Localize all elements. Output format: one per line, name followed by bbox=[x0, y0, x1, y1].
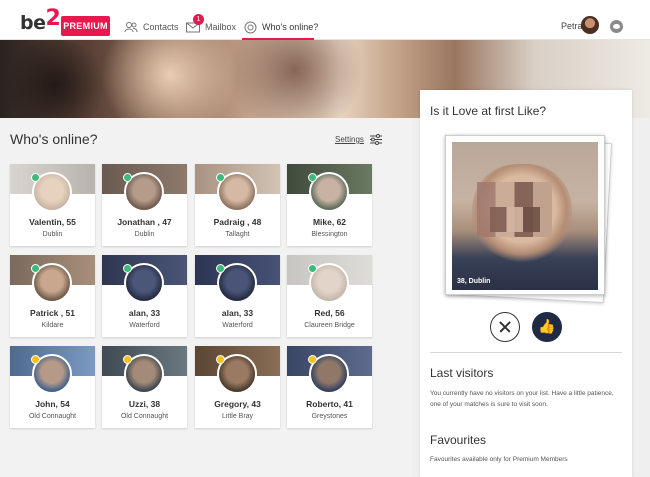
profile-name: Valentin, 55 bbox=[29, 217, 76, 227]
favourites-title: Favourites bbox=[430, 433, 487, 447]
online-status-dot bbox=[123, 173, 132, 182]
nav-mailbox-label: Mailbox bbox=[205, 22, 237, 32]
photo-stack[interactable]: 38, Dublin bbox=[445, 135, 613, 303]
active-tab-indicator bbox=[242, 38, 314, 40]
profile-city: Blessington bbox=[311, 231, 348, 238]
nav-online-label: Who's online? bbox=[262, 22, 319, 32]
eye-icon[interactable] bbox=[610, 20, 623, 33]
profile-city: Old Connaught bbox=[28, 413, 77, 420]
profile-card[interactable]: alan, 33 Waterford bbox=[195, 255, 280, 337]
online-icon bbox=[244, 21, 257, 33]
away-status-dot bbox=[308, 355, 317, 364]
photo-caption: 38, Dublin bbox=[457, 278, 491, 285]
profile-name: Uzzi, 38 bbox=[128, 399, 161, 409]
settings-label: Settings bbox=[335, 135, 364, 144]
profile-city: Old Connaught bbox=[120, 413, 169, 420]
profile-name: Patrick , 51 bbox=[30, 308, 75, 318]
profile-name: Mike, 62 bbox=[312, 217, 347, 227]
online-status-dot bbox=[123, 264, 132, 273]
profile-city: Claureen Bridge bbox=[304, 322, 355, 329]
profile-city: Waterford bbox=[222, 322, 253, 329]
nav-contacts-label: Contacts bbox=[143, 22, 179, 32]
profile-card[interactable]: Roberto, 41 Greystones bbox=[287, 346, 372, 428]
profile-name: alan, 33 bbox=[221, 308, 254, 318]
profile-city: Dublin bbox=[42, 231, 63, 238]
profile-card[interactable]: Gregory, 43 Little Bray bbox=[195, 346, 280, 428]
nav-contacts[interactable]: Contacts bbox=[124, 16, 179, 38]
profile-card[interactable]: Patrick , 51 Kildare bbox=[10, 255, 95, 337]
profile-card[interactable]: Valentin, 55 Dublin bbox=[10, 164, 95, 246]
dislike-button[interactable] bbox=[490, 312, 520, 342]
away-status-dot bbox=[216, 355, 225, 364]
online-status-dot bbox=[308, 173, 317, 182]
thumbs-up-icon: 👍 bbox=[538, 318, 556, 334]
online-status-dot bbox=[31, 173, 40, 182]
page-title: Who's online? bbox=[10, 131, 98, 147]
profile-card[interactable]: alan, 33 Waterford bbox=[102, 255, 187, 337]
profile-card[interactable]: Mike, 62 Blessington bbox=[287, 164, 372, 246]
last-visitors-title: Last visitors bbox=[430, 366, 494, 380]
contacts-icon bbox=[124, 22, 138, 33]
profile-card[interactable]: Jonathan , 47 Dublin bbox=[102, 164, 187, 246]
online-status-dot bbox=[308, 264, 317, 273]
divider bbox=[430, 352, 622, 353]
user-name[interactable]: Petra bbox=[561, 21, 583, 31]
like-button[interactable]: 👍 bbox=[532, 312, 562, 342]
profile-city: Little Bray bbox=[221, 413, 254, 420]
online-status-dot bbox=[216, 173, 225, 182]
last-visitors-text: You currently have no visitors on your l… bbox=[430, 390, 614, 408]
whos-online-panel: Who's online? Settings Valentin, 55 Dubli… bbox=[0, 118, 412, 477]
nav-whos-online[interactable]: Who's online? bbox=[244, 16, 318, 38]
profile-name: alan, 33 bbox=[128, 308, 161, 318]
premium-button[interactable]: PREMIUM bbox=[61, 16, 110, 36]
profile-city: Tallaght bbox=[225, 231, 250, 238]
profile-name: Roberto, 41 bbox=[306, 399, 353, 409]
profile-name: Red, 56 bbox=[314, 308, 345, 318]
online-status-dot bbox=[216, 264, 225, 273]
like-title: Is it Love at first Like? bbox=[430, 104, 547, 118]
pixelation-lower bbox=[490, 207, 540, 232]
mailbox-badge: 1 bbox=[193, 14, 204, 25]
profile-name: Padraig , 48 bbox=[213, 217, 262, 227]
profile-card[interactable]: Red, 56 Claureen Bridge bbox=[287, 255, 372, 337]
profile-city: Dublin bbox=[134, 231, 155, 238]
sliders-icon bbox=[369, 134, 382, 145]
sidebar: Is it Love at first Like? 38, Dublin 👍 L… bbox=[420, 90, 632, 477]
profile-card[interactable]: John, 54 Old Connaught bbox=[10, 346, 95, 428]
profile-name: Jonathan , 47 bbox=[117, 217, 172, 227]
online-status-dot bbox=[31, 264, 40, 273]
profile-name: Gregory, 43 bbox=[214, 399, 261, 409]
profile-city: Greystones bbox=[311, 413, 348, 420]
profile-card[interactable]: Uzzi, 38 Old Connaught bbox=[102, 346, 187, 428]
top-navigation: be2 PREMIUM Contacts Mailbox 1 Who's onl… bbox=[0, 0, 650, 40]
away-status-dot bbox=[123, 355, 132, 364]
away-status-dot bbox=[31, 355, 40, 364]
user-avatar[interactable] bbox=[581, 16, 599, 34]
profile-card[interactable]: Padraig , 48 Tallaght bbox=[195, 164, 280, 246]
favourites-text: Favourites available only for Premium Me… bbox=[430, 456, 568, 463]
profile-photo: 38, Dublin bbox=[452, 142, 598, 290]
profile-name: John, 54 bbox=[35, 399, 70, 409]
profile-city: Waterford bbox=[129, 322, 160, 329]
settings-link[interactable]: Settings bbox=[335, 134, 382, 145]
profile-city: Kildare bbox=[41, 322, 64, 329]
photo-card[interactable]: 38, Dublin bbox=[445, 135, 605, 295]
be2-logo[interactable]: be2 bbox=[20, 6, 61, 35]
